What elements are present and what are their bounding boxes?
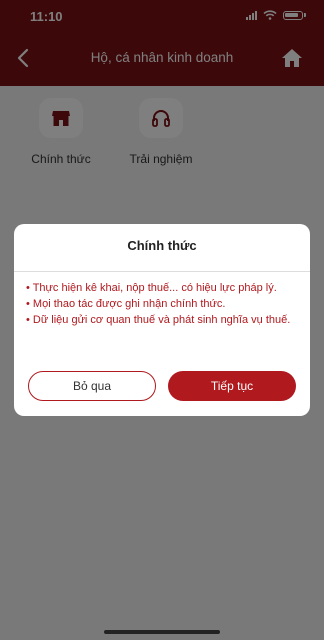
dialog-divider <box>14 271 310 272</box>
skip-button[interactable]: Bỏ qua <box>28 371 156 401</box>
dialog-line: • Dữ liệu gửi cơ quan thuế và phát sinh … <box>26 314 291 326</box>
dialog-body: • Thực hiện kê khai, nộp thuế... có hiệu… <box>26 280 298 328</box>
confirm-dialog: Chính thức • Thực hiện kê khai, nộp thuế… <box>14 224 310 416</box>
dialog-title: Chính thức <box>127 238 197 253</box>
dialog-line: • Mọi thao tác được ghi nhận chính thức. <box>26 298 226 310</box>
continue-button[interactable]: Tiếp tục <box>168 371 296 401</box>
dialog-line: • Thực hiện kê khai, nộp thuế... có hiệu… <box>26 282 277 294</box>
home-indicator <box>104 630 220 634</box>
